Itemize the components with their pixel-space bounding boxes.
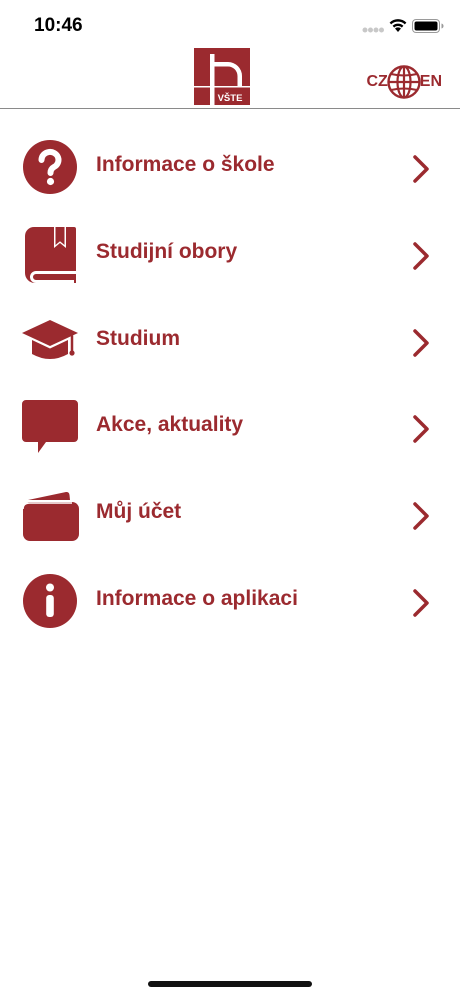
home-indicator[interactable] — [148, 981, 312, 987]
chevron-right-icon — [413, 415, 429, 444]
wallet-icon — [22, 492, 79, 542]
header-divider — [0, 108, 460, 109]
menu-item-label: Informace o škole — [96, 153, 275, 176]
status-time: 10:46 — [34, 15, 83, 36]
chevron-right-icon — [413, 242, 429, 270]
menu-item-events-news[interactable]: Akce, aktuality — [0, 383, 460, 470]
chevron-right-icon — [413, 328, 429, 357]
menu-item-my-account[interactable]: Můj účet — [0, 470, 460, 557]
cellular-signal-icon — [362, 27, 384, 33]
menu-item-label: Studium — [96, 326, 180, 350]
menu-item-label: Informace o aplikaci — [96, 586, 298, 610]
menu-item-study-programs[interactable]: Studijní obory — [0, 210, 460, 297]
logo-text: VŠTE — [218, 92, 243, 104]
chevron-right-icon — [413, 589, 429, 617]
menu-item-school-info[interactable]: Informace o škole — [0, 123, 460, 210]
menu-item-app-info[interactable]: Informace o aplikaci — [0, 557, 460, 644]
chevron-right-icon — [413, 155, 429, 183]
language-en-label: EN — [419, 73, 442, 90]
menu-item-label: Akce, aktuality — [96, 413, 244, 437]
graduation-cap-icon — [22, 319, 78, 359]
menu-item-label: Studijní obory — [96, 239, 238, 263]
globe-icon — [387, 65, 421, 99]
chevron-right-icon — [413, 502, 429, 530]
app-header: VŠTE CZ EN — [0, 44, 460, 109]
app-screen: 10:46 VŠTE CZ EN Informace o škole Studi… — [0, 0, 460, 996]
battery-icon — [412, 19, 444, 33]
language-cz-label: CZ — [366, 73, 388, 90]
question-circle-icon — [23, 140, 77, 194]
info-circle-icon — [23, 573, 77, 628]
wifi-icon — [389, 19, 407, 32]
book-icon — [25, 226, 76, 283]
school-logo: VŠTE — [194, 48, 250, 105]
chat-bubble-icon — [22, 400, 78, 454]
menu-item-studies[interactable]: Studium — [0, 297, 460, 384]
menu-item-label: Můj účet — [96, 500, 182, 524]
main-menu: Informace o škole Studijní obory Studium… — [0, 123, 460, 644]
language-switch[interactable]: CZ EN — [366, 65, 442, 99]
